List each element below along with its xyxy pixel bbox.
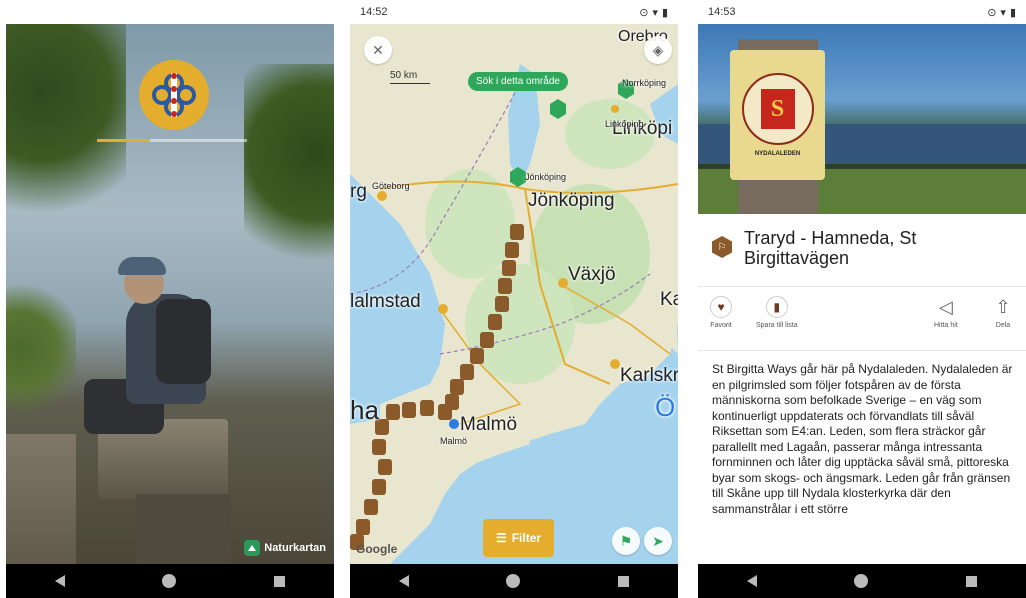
home-icon[interactable]: [854, 574, 869, 588]
bench-left: [6, 434, 76, 584]
map-label-o: Ö: [655, 392, 676, 422]
map-label-halmstad: lalmstad: [350, 291, 421, 312]
home-icon[interactable]: [162, 574, 177, 588]
favorite-button[interactable]: ♥ Favorit: [710, 296, 732, 329]
hero-image: S NYDALALEDEN: [698, 24, 1026, 214]
pilgrim-logo-icon: [152, 73, 196, 117]
action-bar: ♥ Favorit ▮ Spara till lista ◁ Hitta hit…: [698, 296, 1026, 346]
location-icon: ⊙: [987, 6, 997, 19]
status-bar: 14:51 ▾ ▮: [6, 0, 334, 24]
status-time: 14:52: [360, 6, 388, 18]
recent-apps-icon[interactable]: [274, 575, 286, 587]
map-view[interactable]: Orebro Linköpi Linköping Norrköping rg G…: [350, 24, 678, 564]
brand-badge: Naturkartan: [244, 540, 326, 556]
loading-progress: [97, 139, 247, 142]
back-icon[interactable]: [54, 575, 65, 587]
location-icon: ⊙: [639, 6, 649, 19]
bookmark-icon: ▮: [765, 296, 788, 318]
flag-button[interactable]: ⚑: [612, 527, 640, 555]
battery-icon: ▮: [1009, 6, 1016, 19]
navigation-icon: ◁: [938, 296, 953, 317]
android-nav-bar: [350, 564, 678, 598]
divider: [698, 350, 1026, 351]
status-time: 14:51: [16, 6, 45, 18]
title-row: ⚐ Traryd - Hamneda, St Birgittavägen: [712, 228, 1012, 268]
close-icon: ✕: [372, 41, 384, 58]
filter-button[interactable]: ☰ Filter: [483, 519, 554, 557]
layers-icon: ◈: [652, 41, 664, 58]
save-to-list-button[interactable]: ▮ Spara till lista: [756, 296, 798, 329]
wifi-icon: ▾: [308, 6, 314, 19]
save-label: Spara till lista: [756, 322, 798, 329]
search-area-button[interactable]: Sök i detta område: [468, 72, 568, 91]
battery-icon: ▮: [661, 6, 668, 19]
filter-icon: ☰: [495, 531, 507, 545]
brand-label: Naturkartan: [264, 542, 326, 554]
map-scale: 50 km: [390, 70, 430, 84]
flag-icon: ⚑: [619, 532, 633, 549]
detail-screen: 14:53 ⊙ ▾ ▮ S NYDALALEDEN ⚐ Traryd - Hamne…: [698, 0, 1026, 598]
favorite-label: Favorit: [710, 322, 732, 329]
sign-text: NYDALALEDEN: [754, 151, 801, 157]
share-label: Dela: [995, 322, 1011, 329]
android-nav-bar: [698, 564, 1026, 598]
trail-sign: S NYDALALEDEN: [730, 50, 825, 180]
directions-label: Hitta hit: [934, 322, 958, 329]
android-nav-bar: [6, 564, 334, 598]
loading-progress-fill: [97, 139, 150, 142]
map-screen: 14:52 ⊙ ▾ ▮ Orebro Linköpi Linköping Nor…: [350, 0, 678, 598]
app-logo: [139, 60, 209, 130]
map-label-jonkoping-small: Jönköping: [525, 172, 567, 182]
naturkartan-icon: [244, 540, 261, 556]
google-logo: Google: [356, 542, 398, 556]
wifi-icon: ▾: [652, 6, 658, 19]
trail-title: Traryd - Hamneda, St Birgittavägen: [744, 228, 917, 268]
recent-apps-icon[interactable]: [966, 575, 978, 587]
hiker-cap: [118, 257, 166, 275]
map-label-ha: ha: [350, 395, 379, 425]
status-bar: 14:53 ⊙ ▾ ▮: [698, 0, 1026, 24]
close-button[interactable]: ✕: [364, 36, 392, 64]
back-icon[interactable]: [746, 575, 757, 587]
share-button[interactable]: ⇧ Dela: [992, 296, 1014, 330]
hiker-backpack: [156, 299, 211, 384]
pilgrim-seal-icon: S: [741, 73, 814, 145]
map-label-goteborg-small: Göteborg: [372, 181, 410, 191]
map-label-malmo-small: Malmö: [440, 436, 468, 446]
map-label-linkoping-small: Linköping: [605, 119, 644, 129]
trail-description: St Birgitta Ways går här på Nydalaleden.…: [712, 362, 1013, 516]
filter-label: Filter: [511, 531, 542, 545]
back-icon[interactable]: [398, 575, 409, 587]
divider: [698, 286, 1026, 287]
status-time: 14:53: [708, 6, 736, 18]
heart-icon: ♥: [710, 296, 732, 318]
hiking-trail-icon: ⚐: [712, 236, 732, 258]
map-label-norrkoping-small: Norrköping: [622, 78, 667, 88]
splash-screen: 14:51 ▾ ▮ Naturkartan: [6, 0, 334, 598]
locate-button[interactable]: ➤: [644, 527, 672, 555]
battery-icon: ▮: [317, 6, 324, 19]
map-label-goteborg: rg: [350, 181, 367, 202]
recent-apps-icon[interactable]: [618, 575, 630, 587]
wifi-icon: ▾: [1000, 6, 1006, 19]
layers-button[interactable]: ◈: [644, 36, 672, 64]
map-label-malmo: Malmö: [460, 414, 518, 435]
map-label-ka: Ka: [660, 289, 678, 310]
navigation-icon: ➤: [652, 532, 664, 549]
share-icon: ⇧: [995, 296, 1011, 317]
status-bar: 14:52 ⊙ ▾ ▮: [350, 0, 678, 24]
map-label-karlskrona: Karlskr: [620, 365, 678, 386]
directions-button[interactable]: ◁ Hitta hit: [934, 296, 958, 330]
home-icon[interactable]: [506, 574, 521, 588]
map-label-jonkoping: Jönköping: [528, 190, 615, 211]
map-label-vaxjo: Växjö: [568, 264, 616, 285]
